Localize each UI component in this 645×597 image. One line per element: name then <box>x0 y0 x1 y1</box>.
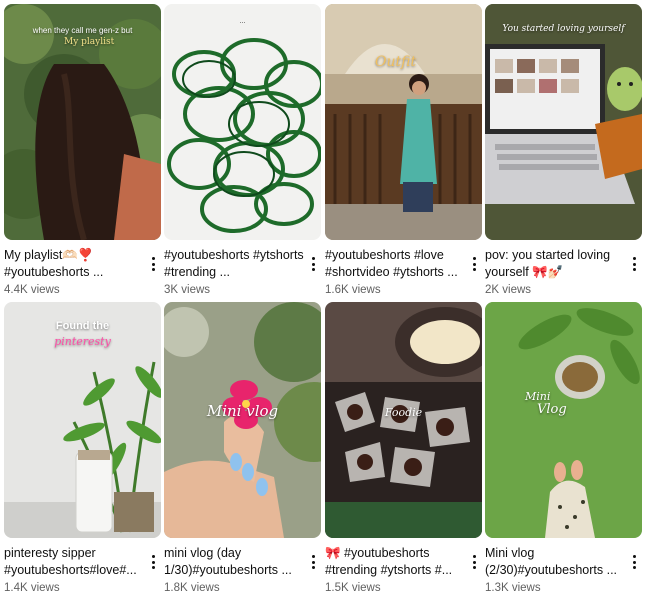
thumbnail-caption-2: My playlist <box>64 37 115 47</box>
video-thumbnail[interactable]: Found the pinteresty <box>4 302 161 538</box>
video-meta: #youtubeshorts #ytshorts #trending ... 3… <box>164 247 321 297</box>
more-vert-icon[interactable] <box>147 255 159 273</box>
video-title[interactable]: #youtubeshorts #ytshorts #trending ... <box>164 247 304 280</box>
video-title[interactable]: My playlist🫶🏻❣️ #youtubeshorts ... <box>4 247 144 280</box>
shorts-grid: when they call me gen-z but My playlist … <box>0 0 645 597</box>
video-meta: #youtubeshorts #love #shortvideo #ytshor… <box>325 247 482 297</box>
more-vert-icon[interactable] <box>307 553 319 571</box>
thumbnail-caption: You started loving yourself <box>502 24 625 34</box>
thumbnail-image <box>164 302 321 538</box>
video-title[interactable]: mini vlog (day 1/30)#youtubeshorts ... <box>164 545 304 578</box>
thumbnail-caption-2: Vlog <box>537 402 567 417</box>
thumbnail-image <box>325 4 482 240</box>
video-thumbnail[interactable]: Mini vlog <box>164 302 321 538</box>
view-count: 3K views <box>164 284 211 296</box>
video-thumbnail[interactable]: You started loving yourself <box>485 4 642 240</box>
view-count: 1.4K views <box>4 582 60 594</box>
more-vert-icon[interactable] <box>468 553 480 571</box>
video-title[interactable]: pinteresty sipper #youtubeshorts#love#..… <box>4 545 144 578</box>
thumbnail-image <box>485 4 642 240</box>
thumbnail-image <box>325 302 482 538</box>
video-thumbnail[interactable]: when they call me gen-z but My playlist <box>4 4 161 240</box>
view-count: 2K views <box>485 284 532 296</box>
video-title[interactable]: pov: you started loving yourself 🎀💅🏻 <box>485 247 625 280</box>
more-vert-icon[interactable] <box>468 255 480 273</box>
view-count: 1.6K views <box>325 284 381 296</box>
video-meta: pinteresty sipper #youtubeshorts#love#..… <box>4 545 161 595</box>
video-title[interactable]: #youtubeshorts #love #shortvideo #ytshor… <box>325 247 465 280</box>
view-count: 1.5K views <box>325 582 381 594</box>
more-vert-icon[interactable] <box>628 255 640 273</box>
video-title[interactable]: Mini vlog (2/30)#youtubeshorts ... <box>485 545 625 578</box>
thumbnail-caption: ... <box>239 18 246 25</box>
thumbnail-caption: when they call me gen-z but <box>32 26 133 35</box>
video-meta: My playlist🫶🏻❣️ #youtubeshorts ... 4.4K … <box>4 247 161 297</box>
video-thumbnail[interactable]: Mini Vlog <box>485 302 642 538</box>
more-vert-icon[interactable] <box>147 553 159 571</box>
thumbnail-image <box>485 302 642 538</box>
more-vert-icon[interactable] <box>307 255 319 273</box>
more-vert-icon[interactable] <box>628 553 640 571</box>
video-meta: 🎀 #youtubeshorts #trending #ytshorts #..… <box>325 545 482 595</box>
view-count: 1.8K views <box>164 582 220 594</box>
video-thumbnail[interactable]: Foodie <box>325 302 482 538</box>
thumbnail-caption: Mini vlog <box>206 402 279 420</box>
thumbnail-image <box>164 4 321 240</box>
thumbnail-caption: Foodie <box>384 406 423 419</box>
video-title[interactable]: 🎀 #youtubeshorts #trending #ytshorts #..… <box>325 545 465 578</box>
video-meta: pov: you started loving yourself 🎀💅🏻 2K … <box>485 247 642 297</box>
video-meta: Mini vlog (2/30)#youtubeshorts ... 1.3K … <box>485 545 642 595</box>
video-thumbnail[interactable]: Outfit <box>325 4 482 240</box>
thumbnail-caption: Found the <box>55 320 110 332</box>
video-thumbnail[interactable]: ... <box>164 4 321 240</box>
view-count: 4.4K views <box>4 284 60 296</box>
thumbnail-caption-2: pinteresty <box>54 335 111 348</box>
view-count: 1.3K views <box>485 582 541 594</box>
video-meta: mini vlog (day 1/30)#youtubeshorts ... 1… <box>164 545 321 595</box>
thumbnail-caption: Outfit <box>375 54 417 70</box>
